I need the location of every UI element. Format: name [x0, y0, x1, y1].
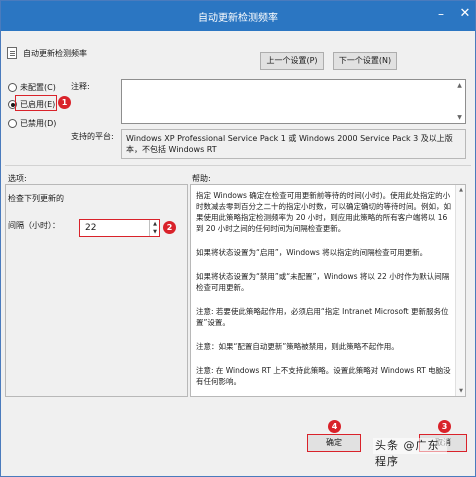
- help-paragraph: 注意：如果“配置自动更新”策略被禁用，则此策略不起作用。: [196, 342, 399, 351]
- supported-platform-text: Windows XP Professional Service Pack 1 或…: [121, 129, 466, 159]
- enabled-highlight-box: [15, 95, 57, 111]
- help-paragraph: 指定 Windows 确定在检查可用更新前等待的时间(小时)。使用此处指定的小时…: [196, 191, 451, 233]
- options-section-label: 选项:: [8, 174, 27, 183]
- step-marker-4: 4: [328, 420, 341, 433]
- detect-frequency-label: 检查下列更新的: [8, 194, 64, 203]
- window-title: 自动更新检测频率: [198, 13, 278, 24]
- watermark: 头条 @广东程序: [373, 438, 447, 468]
- options-panel: [5, 184, 188, 397]
- platform-label: 支持的平台:: [71, 132, 114, 141]
- interval-hours-input[interactable]: 22: [79, 219, 160, 237]
- disabled-label: 已禁用(D): [20, 119, 57, 128]
- title-bar: 自动更新检测频率 – ✕: [1, 1, 475, 31]
- step-marker-1: 1: [58, 96, 71, 109]
- section-divider: [5, 165, 471, 166]
- step-marker-3: 3: [438, 420, 451, 433]
- spinner-up-icon[interactable]: ▲: [150, 220, 160, 228]
- policy-settings-window: 自动更新检测频率 – ✕ 自动更新检测频率 上一个设置(P) 下一个设置(N) …: [0, 0, 476, 477]
- help-text-panel: 指定 Windows 确定在检查可用更新前等待的时间(小时)。使用此处指定的小时…: [190, 184, 466, 397]
- help-scrollbar[interactable]: ▲ ▼: [455, 185, 465, 396]
- disabled-radio-button[interactable]: [8, 119, 17, 128]
- step-marker-2: 2: [163, 221, 176, 234]
- close-icon[interactable]: ✕: [457, 7, 473, 21]
- interval-spinner[interactable]: ▲ ▼: [149, 220, 159, 236]
- policy-header: 自动更新检测频率: [1, 31, 475, 71]
- not-configured-label: 未配置(C): [20, 83, 56, 92]
- comment-textarea[interactable]: ▲ ▼: [121, 79, 466, 124]
- help-scroll-down-icon[interactable]: ▼: [456, 386, 466, 396]
- previous-setting-button[interactable]: 上一个设置(P): [260, 52, 324, 70]
- help-paragraph: 注意: 若要使此策略起作用，必须启用“指定 Intranet Microsoft…: [196, 307, 449, 327]
- help-paragraph: 如果将状态设置为“启用”，Windows 将以指定的间隔检查可用更新。: [196, 248, 428, 257]
- minimize-icon[interactable]: –: [433, 7, 449, 21]
- help-paragraph: 如果将状态设置为“禁用”或“未配置”，Windows 将以 22 小时作为默认间…: [196, 272, 450, 292]
- comment-label: 注释:: [71, 82, 90, 91]
- help-section-label: 帮助:: [192, 174, 211, 183]
- policy-name: 自动更新检测频率: [23, 49, 87, 58]
- scroll-down-arrow-icon[interactable]: ▼: [455, 113, 464, 122]
- not-configured-radio-button[interactable]: [8, 83, 17, 92]
- help-scroll-up-icon[interactable]: ▲: [456, 185, 466, 195]
- scroll-up-arrow-icon[interactable]: ▲: [455, 81, 464, 90]
- next-setting-button[interactable]: 下一个设置(N): [333, 52, 397, 70]
- help-paragraph: 注意: 在 Windows RT 上不支持此策略。设置此策略对 Windows …: [196, 366, 451, 386]
- policy-icon: [7, 47, 17, 59]
- ok-button[interactable]: 确定: [307, 434, 361, 452]
- interval-hours-label: 间隔（小时）：: [8, 221, 60, 230]
- spinner-down-icon[interactable]: ▼: [150, 228, 160, 236]
